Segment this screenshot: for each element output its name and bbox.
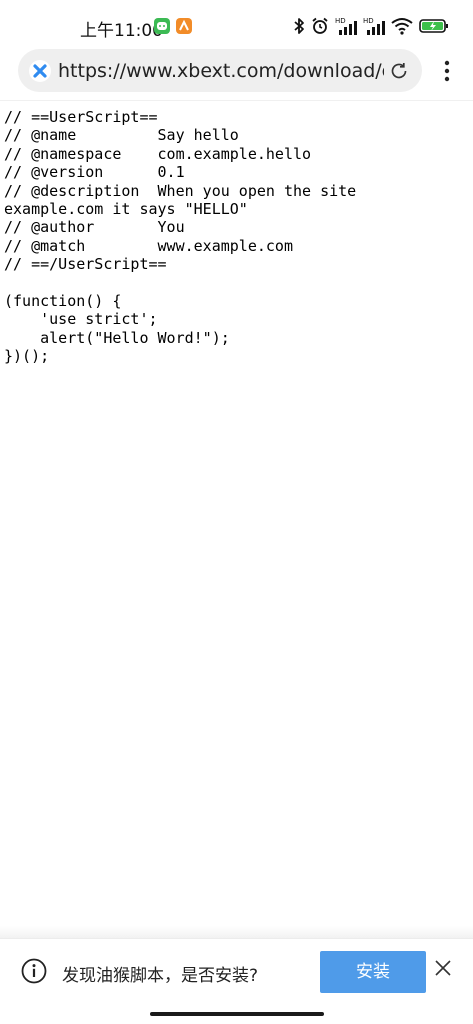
- reload-icon[interactable]: [388, 60, 410, 82]
- bluetooth-icon: [293, 17, 305, 35]
- address-bar[interactable]: https://www.xbext.com/download/co: [18, 49, 422, 92]
- battery-charging-icon: [419, 18, 449, 34]
- home-indicator[interactable]: [150, 1012, 324, 1016]
- browser-screen: 上午11:00 HD HD https://www.xbext.com/down…: [0, 0, 473, 1024]
- svg-text:HD: HD: [335, 17, 346, 25]
- install-button[interactable]: 安装: [320, 951, 426, 993]
- wifi-icon: [391, 17, 413, 35]
- header-divider: [0, 100, 473, 101]
- banner-message: 发现油猴脚本，是否安装?: [62, 966, 259, 986]
- url-field[interactable]: https://www.xbext.com/download/co: [58, 60, 384, 82]
- signal-hd-icon: HD: [335, 16, 357, 36]
- status-time: 上午11:00: [80, 21, 163, 41]
- userscript-source: // ==UserScript== // @name Say hello // …: [4, 108, 357, 366]
- status-bar: 上午11:00 HD HD: [0, 0, 473, 50]
- app-notification-icon: [176, 18, 192, 34]
- info-icon: [21, 958, 47, 984]
- banner-shadow: [0, 926, 473, 938]
- alarm-icon: [311, 17, 329, 35]
- status-icons: HD HD: [293, 14, 449, 38]
- more-vertical-icon[interactable]: [436, 58, 458, 84]
- signal-hd-icon: HD: [363, 16, 385, 36]
- x-logo-icon: [29, 60, 51, 82]
- close-icon[interactable]: [434, 959, 452, 977]
- wechat-icon: [154, 18, 170, 34]
- install-banner: 发现油猴脚本，是否安装? 安装: [0, 938, 473, 1005]
- svg-text:HD: HD: [363, 17, 374, 25]
